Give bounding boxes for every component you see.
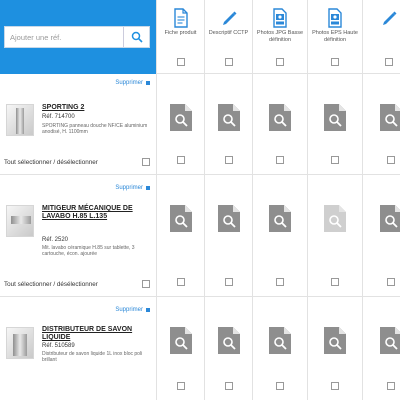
delete-link[interactable]: Supprimer [115,185,150,191]
document-preview-icon[interactable] [217,205,240,232]
column-select-checkbox[interactable] [331,58,339,66]
column-label: Descriptif CCTP [208,30,249,36]
document-preview-icon[interactable] [324,327,346,354]
document-cell [156,74,204,174]
column-select-checkbox[interactable] [224,58,233,66]
document-select-checkbox[interactable] [331,382,339,390]
product-thumbnail[interactable] [6,205,34,237]
document-select-checkbox[interactable] [276,278,284,286]
document-cell [252,174,307,296]
document-select-checkbox[interactable] [331,156,339,164]
document-select-checkbox[interactable] [224,382,233,390]
document-cell [362,296,400,400]
document-preview-icon[interactable] [379,104,400,131]
select-all-checkbox[interactable] [142,280,150,288]
document-preview-icon[interactable] [169,205,192,232]
column-header-product-sheet: Fiche produit [156,0,204,74]
document-cell [252,74,307,174]
document-select-checkbox[interactable] [386,278,395,286]
delete-label: Supprimer [115,307,143,313]
delete-square-icon [146,308,150,312]
select-all-label[interactable]: Tout sélectionner / désélectionner [4,281,98,288]
delete-square-icon [146,186,150,190]
search-panel [0,0,156,74]
document-cell [156,296,204,400]
product-row-info: Supprimer SPORTING 2 Réf. 714700 SPORTIN… [0,74,156,174]
product-title[interactable]: DISTRIBUTEUR DE SAVON LIQUIDE [42,326,150,342]
document-preview-icon [324,205,346,232]
document-cell [307,74,362,174]
document-icon [173,8,188,28]
product-thumbnail[interactable] [6,327,34,359]
document-select-checkbox[interactable] [224,156,233,164]
product-reference: Réf. 510589 [42,343,75,349]
document-download-table: Fiche produit Descriptif CCTP Photos JPG… [0,0,400,400]
product-description: Mit. lavabo céramique H.85 sur tablette,… [42,245,135,258]
document-preview-icon[interactable] [324,104,346,131]
document-select-checkbox[interactable] [276,382,284,390]
product-description: SPORTING panneau douche NF/CE aluminium … [42,123,148,136]
search-button[interactable] [123,27,149,47]
pencil-icon [382,11,397,25]
document-cell [307,296,362,400]
document-cell [307,174,362,296]
product-title[interactable]: SPORTING 2 [42,104,150,112]
select-all-label[interactable]: Tout sélectionner / désélectionner [4,159,98,166]
pencil-icon [222,11,236,25]
product-row-info: Supprimer DISTRIBUTEUR DE SAVON LIQUIDE … [0,296,156,400]
document-select-checkbox[interactable] [176,156,185,164]
document-cell [362,174,400,296]
product-description: Distributeur de savon liquide 1L inox bl… [42,351,143,364]
photo-file-icon [273,8,287,28]
document-preview-icon[interactable] [379,327,400,354]
document-cell [204,74,252,174]
document-cell [252,296,307,400]
product-title[interactable]: MITIGEUR MÉCANIQUE DE LAVABO H.85 L.135 [42,205,150,221]
document-select-checkbox[interactable] [176,382,185,390]
select-all-checkbox[interactable] [142,158,150,166]
product-row-info: Supprimer MITIGEUR MÉCANIQUE DE LAVABO H… [0,174,156,296]
column-header-extra [362,0,400,74]
document-preview-icon[interactable] [169,104,192,131]
search-icon [131,31,143,43]
document-cell [204,296,252,400]
document-preview-icon[interactable] [217,104,240,131]
delete-link[interactable]: Supprimer [115,80,150,86]
column-select-checkbox[interactable] [276,58,284,66]
column-select-checkbox[interactable] [176,58,185,66]
photo-file-icon [328,8,342,28]
document-cell [204,174,252,296]
delete-label: Supprimer [115,185,143,191]
delete-label: Supprimer [115,80,143,86]
document-cell [156,174,204,296]
product-reference: Réf. 2520 [42,237,69,243]
column-header-cctp: Descriptif CCTP [204,0,252,74]
column-select-checkbox[interactable] [384,58,393,66]
column-label: Fiche produit [164,30,197,36]
column-header-photos-eps: Photos EPS Haute définition [307,0,362,74]
document-preview-icon[interactable] [269,205,291,232]
document-preview-icon[interactable] [217,327,240,354]
product-thumbnail[interactable] [6,104,34,136]
document-select-checkbox[interactable] [276,156,284,164]
document-preview-icon[interactable] [269,327,291,354]
product-reference: Réf. 714700 [42,114,75,120]
column-label: Photos EPS Haute définition [312,30,358,43]
document-select-checkbox[interactable] [224,278,233,286]
column-header-photos-jpg: Photos JPG Basse définition [252,0,307,74]
delete-link[interactable]: Supprimer [115,307,150,313]
search-input[interactable] [5,27,123,47]
delete-square-icon [146,81,150,85]
document-select-checkbox[interactable] [386,382,395,390]
document-select-checkbox [331,278,339,286]
document-cell [362,74,400,174]
document-preview-icon[interactable] [379,205,400,232]
column-label: Photos JPG Basse définition [256,30,304,43]
document-preview-icon[interactable] [269,104,291,131]
document-select-checkbox[interactable] [386,156,395,164]
document-preview-icon[interactable] [169,327,192,354]
search-box [4,26,150,48]
document-select-checkbox[interactable] [176,278,185,286]
